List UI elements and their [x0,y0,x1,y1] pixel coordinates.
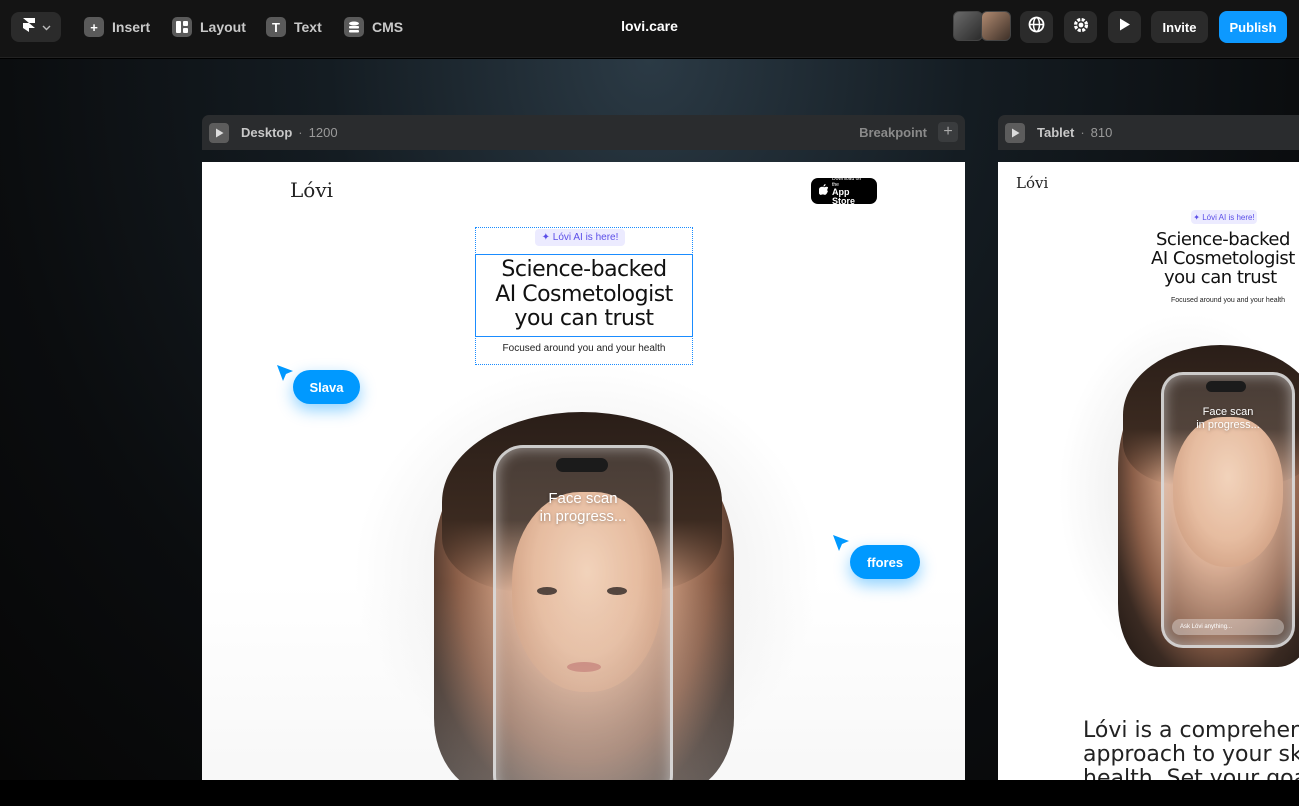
headline-line-3: you can trust [514,306,654,331]
collaborator-avatars[interactable] [953,11,1011,41]
frame-width: 810 [1090,125,1113,140]
app-store-text: Download on the App Store [832,176,869,206]
insert-label: Insert [112,19,151,35]
phone-scan-text: Face scan in progress... [1164,406,1292,432]
breakpoint-button[interactable]: Breakpoint [859,125,927,140]
tablet-frame-header[interactable]: Tablet · 810 [998,115,1299,150]
phone-dynamic-island [1206,381,1246,392]
headline-line-3: you can trust [1164,267,1277,288]
hero-subhead[interactable]: Focused around you and your health [475,343,693,354]
phone-text-line-2: in progress... [1196,419,1260,431]
preview-button[interactable] [1108,11,1141,43]
cms-button[interactable]: CMS [344,15,403,39]
phone-text-line-2: in progress... [539,508,627,525]
desktop-frame-header[interactable]: Desktop · 1200 Breakpoint + [202,115,965,150]
text-label: Text [294,19,322,35]
frame-label: Tablet [1037,125,1075,140]
site-settings-button[interactable] [1020,11,1053,43]
publish-button[interactable]: Publish [1219,11,1287,43]
cursor-arrow-icon [277,365,293,381]
headline-line-1: Science-backed [1156,229,1290,250]
frame-preview-button[interactable] [1005,122,1025,143]
cursor-arrow-icon [833,535,849,551]
hero-headline[interactable]: Science-backed AI Cosmetologist you can … [1138,230,1299,287]
intro-line-3: health. Set your goa [1083,766,1299,781]
ai-badge[interactable]: ✦ Lóvi AI is here! [535,229,625,246]
phone-scan-text: Face scan in progress... [496,490,670,526]
insert-button[interactable]: + Insert [84,15,150,39]
layout-label: Layout [200,19,246,35]
intro-paragraph[interactable]: Lóvi is a comprehen approach to your sk … [1083,718,1299,781]
add-breakpoint-button[interactable]: + [938,122,958,142]
hero-subhead[interactable]: Focused around you and your health [1158,297,1298,304]
collaborator-cursor-label: Slava [293,370,360,404]
phone-text-line-1: Face scan [1202,406,1254,418]
headline-line-2: AI Cosmetologist [1151,248,1295,269]
hero-bottom-fade [202,582,965,780]
frame-label: Desktop [241,125,293,140]
ai-badge[interactable]: ✦ Lóvi AI is here! [1191,210,1257,224]
app-store-button[interactable]: Download on the App Store [811,176,877,206]
settings-button[interactable] [1064,11,1097,43]
intro-line-1: Lóvi is a comprehen [1083,718,1299,743]
design-canvas[interactable]: Desktop · 1200 Breakpoint + Lóvi Downloa… [0,59,1299,780]
frame-preview-button[interactable] [209,122,229,143]
globe-icon [1028,16,1045,38]
collaborator-cursor-label: ffores [850,545,920,579]
phone-text-line-1: Face scan [548,490,618,507]
frame-separator: · [1080,125,1085,140]
app-store-big-text: App Store [832,187,856,206]
avatar[interactable] [981,11,1011,41]
layout-button[interactable]: Layout [172,15,246,39]
play-icon [215,128,223,137]
plus-icon: + [84,17,104,37]
chevron-down-icon [42,18,51,36]
site-logo[interactable]: Lóvi [290,178,333,202]
headline-line-2: AI Cosmetologist [495,281,673,307]
play-icon [1011,128,1019,137]
avatar[interactable] [953,11,983,41]
text-icon: T [266,17,286,37]
headline-line-1: Science-backed [501,257,667,282]
phone-dynamic-island [556,458,608,472]
ask-input: Ask Lóvi anything... [1172,619,1284,635]
cms-label: CMS [372,19,404,35]
intro-line-2: approach to your sk [1083,742,1299,767]
gear-icon [1072,16,1090,39]
phone-mockup: Face scan in progress... Ask Lóvi anythi… [1161,372,1295,648]
play-icon [1118,17,1132,37]
database-icon [344,17,364,37]
text-button[interactable]: T Text [266,15,322,39]
layout-icon [172,17,192,37]
hero-headline[interactable]: Science-backed AI Cosmetologist you can … [475,257,693,332]
bottom-strip [0,780,1299,806]
top-toolbar: + Insert Layout T Text CMS lovi.care Inv… [0,0,1299,58]
tablet-frame[interactable]: Lóvi ✦ Lóvi AI is here! Science-backed A… [998,162,1299,780]
apple-icon [818,182,829,200]
site-logo[interactable]: Lóvi [1016,174,1048,192]
framer-menu-button[interactable] [11,12,61,42]
frame-width: 1200 [308,125,338,140]
framer-logo-icon [22,17,36,38]
desktop-frame[interactable]: Lóvi Download on the App Store ✦ Lóvi AI… [202,162,965,780]
invite-button[interactable]: Invite [1151,11,1208,43]
frame-separator: · [298,125,303,140]
